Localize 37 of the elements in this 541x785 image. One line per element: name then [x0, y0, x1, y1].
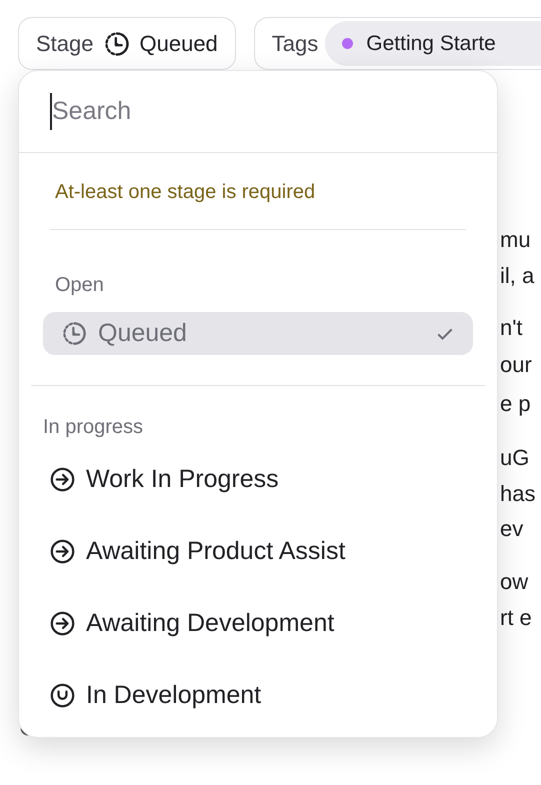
body-text: e p [500, 392, 532, 416]
body-text: rt e [500, 606, 533, 630]
body-text: il, a [500, 264, 536, 288]
search-field[interactable]: Search [50, 92, 466, 130]
body-text: mu [500, 228, 532, 252]
circle-icon [49, 682, 76, 709]
stage-option[interactable]: Work In Progress [31, 458, 485, 501]
group-header: In progress [43, 416, 144, 438]
arrow-circle-icon [49, 538, 76, 565]
option-label: Awaiting Product Assist [86, 536, 346, 567]
filter-label: Stage [36, 30, 94, 58]
stage-option[interactable]: Awaiting Product Assist [31, 530, 485, 573]
stage-option[interactable]: In Development [31, 674, 485, 717]
clock-icon [102, 30, 130, 58]
arrow-circle-icon [49, 466, 76, 493]
body-text: our [500, 353, 533, 377]
body-text: n't [500, 316, 524, 340]
warning-text: At-least one stage is required [55, 180, 316, 205]
tags-filter[interactable]: Tags Getting Starte [254, 17, 541, 70]
arrow-circle-icon [49, 610, 76, 637]
option-label: Queued [98, 318, 188, 349]
clock-icon [61, 320, 88, 347]
option-label: Work In Progress [86, 464, 280, 495]
stage-filter-button[interactable]: Stage Queued [18, 17, 236, 70]
option-label: In Development [86, 680, 262, 711]
tag-chip[interactable]: Getting Starte [325, 21, 541, 66]
stage-option[interactable]: Queued [43, 312, 473, 355]
filter-label: Tags [272, 30, 318, 58]
tag-label: Getting Starte [366, 30, 496, 57]
body-text: has [500, 482, 536, 506]
option-label: Awaiting Development [86, 608, 336, 639]
group-header: Open [55, 274, 104, 296]
stage-option[interactable]: Awaiting Development [31, 602, 485, 645]
body-text: ev [500, 517, 524, 541]
body-text: uG [500, 446, 530, 470]
filter-value: Queued [140, 30, 218, 58]
body-text: ow [500, 570, 530, 594]
